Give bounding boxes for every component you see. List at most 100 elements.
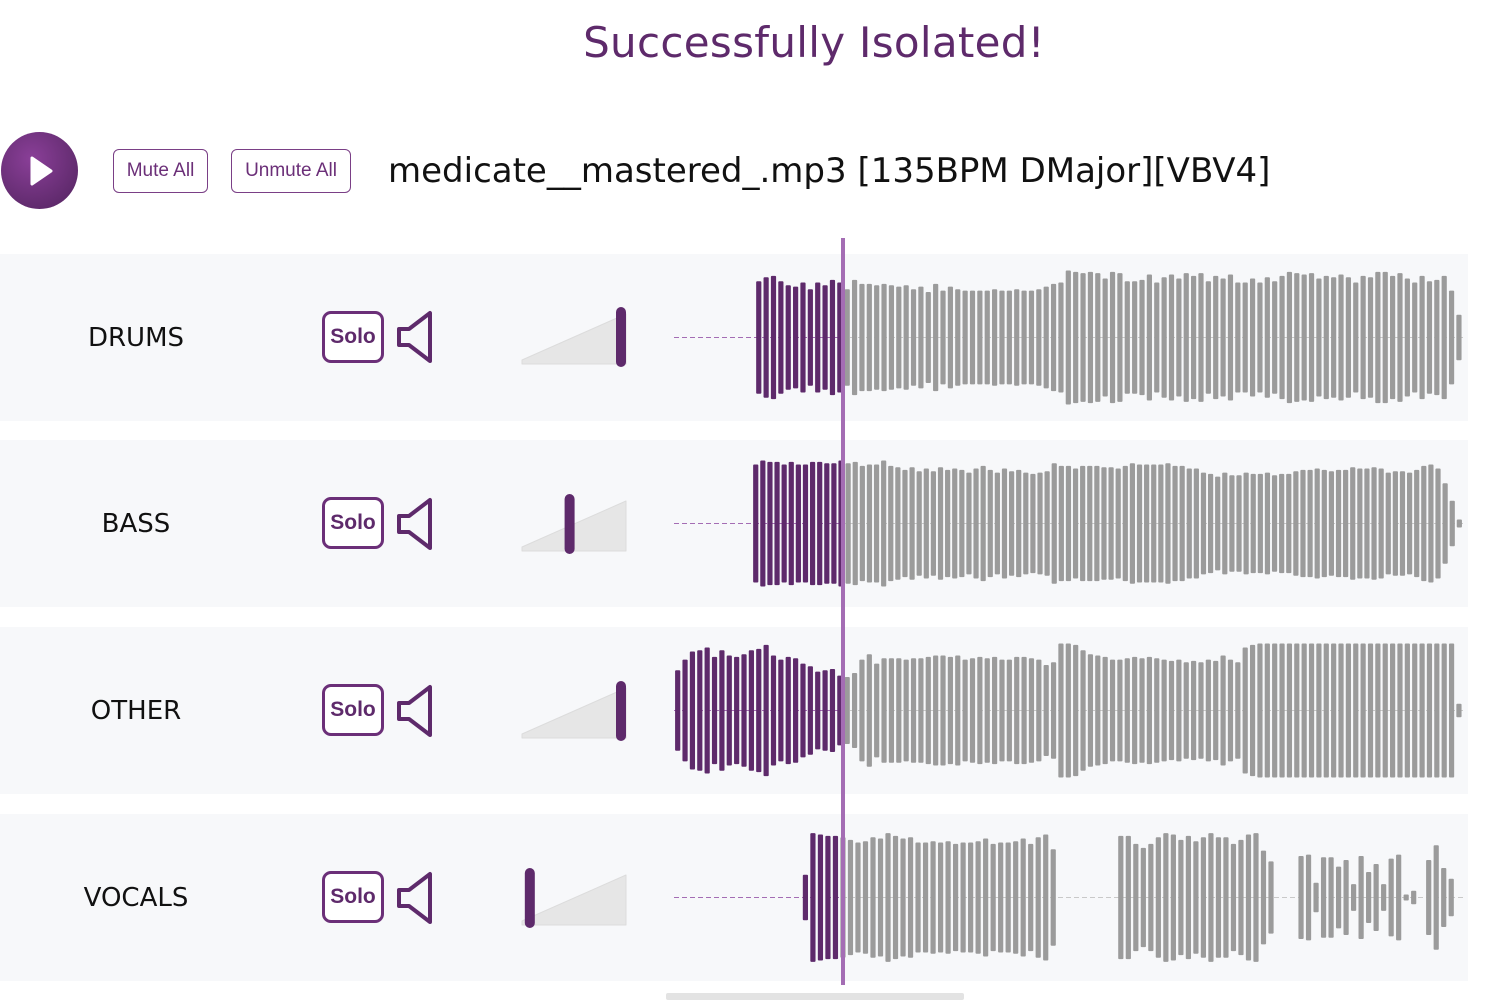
waveform-bar (1094, 465, 1100, 582)
volume-handle[interactable] (616, 307, 626, 367)
waveform-bar (962, 290, 968, 385)
waveform-bar (952, 468, 958, 579)
waveform-bar (675, 670, 681, 751)
waveform-bar (937, 842, 944, 953)
waveform-bar (984, 290, 990, 385)
solo-button[interactable]: Solo (322, 871, 384, 923)
unmute-all-button[interactable]: Unmute All (231, 149, 351, 193)
waveform-bar (1058, 465, 1064, 582)
waveform-bar (1392, 471, 1398, 576)
waveform-bar (1036, 289, 1042, 386)
waveform-bar (785, 656, 791, 765)
waveform-bar (1146, 656, 1152, 765)
waveform-bar (930, 471, 937, 576)
speaker-icon[interactable] (396, 871, 434, 925)
waveform-bar (881, 658, 887, 763)
solo-button[interactable]: Solo (322, 684, 384, 736)
playhead[interactable] (841, 238, 845, 985)
waveform-bar (1028, 843, 1034, 952)
waveform-bar (1343, 469, 1349, 578)
horizontal-scrollbar[interactable] (666, 993, 964, 1000)
waveform-bar (1102, 656, 1108, 765)
waveform-bar (1301, 274, 1307, 401)
mute-all-button[interactable]: Mute All (113, 149, 208, 193)
waveform-bar (1154, 658, 1160, 763)
waveform-bar (1200, 837, 1207, 958)
waveform-bar (1338, 274, 1344, 401)
waveform-bar (1242, 282, 1248, 393)
waveform-bar (832, 835, 839, 960)
speaker-icon[interactable] (396, 497, 434, 551)
volume-slider[interactable] (520, 304, 630, 370)
waveform-bar (1396, 854, 1402, 941)
waveform-bar (999, 659, 1005, 762)
waveform-bar (1200, 472, 1207, 575)
waveform-bar (1005, 842, 1011, 953)
waveform-bar (1043, 664, 1049, 757)
waveform[interactable] (672, 627, 1468, 794)
waveform-bar (748, 650, 754, 771)
waveform-bar (1058, 282, 1064, 393)
waveform-bar (1193, 841, 1199, 954)
waveform-bar (1198, 662, 1204, 759)
waveform-bar (1043, 286, 1049, 389)
volume-handle[interactable] (564, 494, 575, 554)
waveform-bar (973, 468, 979, 579)
waveform-bar (1245, 834, 1252, 961)
waveform-bar (1008, 471, 1015, 576)
waveform-bar (1223, 837, 1229, 958)
waveform[interactable] (672, 814, 1468, 981)
waveform[interactable] (672, 440, 1468, 607)
waveform-bar (1155, 837, 1161, 958)
waveform-bar (1176, 659, 1182, 762)
volume-slider[interactable] (520, 491, 630, 557)
waveform-bar (807, 666, 813, 755)
waveform-bar (1279, 643, 1285, 778)
waveform-bar (1087, 271, 1094, 404)
volume-slider[interactable] (520, 678, 630, 744)
waveform-bar (1268, 861, 1274, 934)
waveform-bar (1323, 643, 1329, 778)
waveform-bar (1227, 274, 1234, 401)
waveform[interactable] (672, 254, 1468, 421)
waveform-bar (903, 285, 909, 390)
waveform-bar (1381, 884, 1387, 911)
waveform-bar (847, 839, 854, 956)
waveform-bar (990, 843, 996, 952)
track-row-vocals: VOCALS Solo (0, 814, 1468, 981)
play-button[interactable] (1, 132, 78, 209)
track-label: BASS (101, 508, 171, 539)
waveform-bar (1316, 278, 1322, 397)
waveform-bar (1073, 644, 1079, 777)
waveform-bar (1373, 864, 1379, 931)
waveform-bar (895, 467, 901, 580)
waveform-bar (1272, 643, 1278, 778)
waveform-bar (947, 286, 953, 389)
volume-handle[interactable] (616, 681, 626, 741)
waveform-bar (874, 285, 880, 390)
waveform-bar (930, 841, 936, 954)
waveform-bar (1021, 656, 1027, 765)
speaker-icon[interactable] (396, 684, 434, 738)
volume-slider[interactable] (520, 865, 630, 931)
waveform-bar (1388, 858, 1394, 937)
waveform-bar (866, 283, 872, 392)
waveform-bar (900, 838, 906, 957)
waveform-bar (1109, 659, 1116, 762)
waveform-bar (983, 838, 989, 957)
page-title: Successfully Isolated! (583, 18, 1045, 67)
waveform-bar (907, 837, 914, 958)
waveform-bar (910, 658, 917, 763)
waveform-bar (922, 842, 929, 953)
waveform-bar (778, 281, 784, 394)
waveform-bar (862, 841, 869, 954)
speaker-icon[interactable] (396, 310, 434, 364)
waveform-bar (1434, 279, 1440, 396)
waveform-bar (855, 842, 861, 953)
waveform-bar (1321, 469, 1327, 578)
solo-button[interactable]: Solo (322, 311, 384, 363)
solo-button[interactable]: Solo (322, 497, 384, 549)
waveform-bar (1168, 274, 1175, 401)
waveform-bar (1441, 275, 1447, 400)
volume-handle[interactable] (524, 868, 535, 928)
